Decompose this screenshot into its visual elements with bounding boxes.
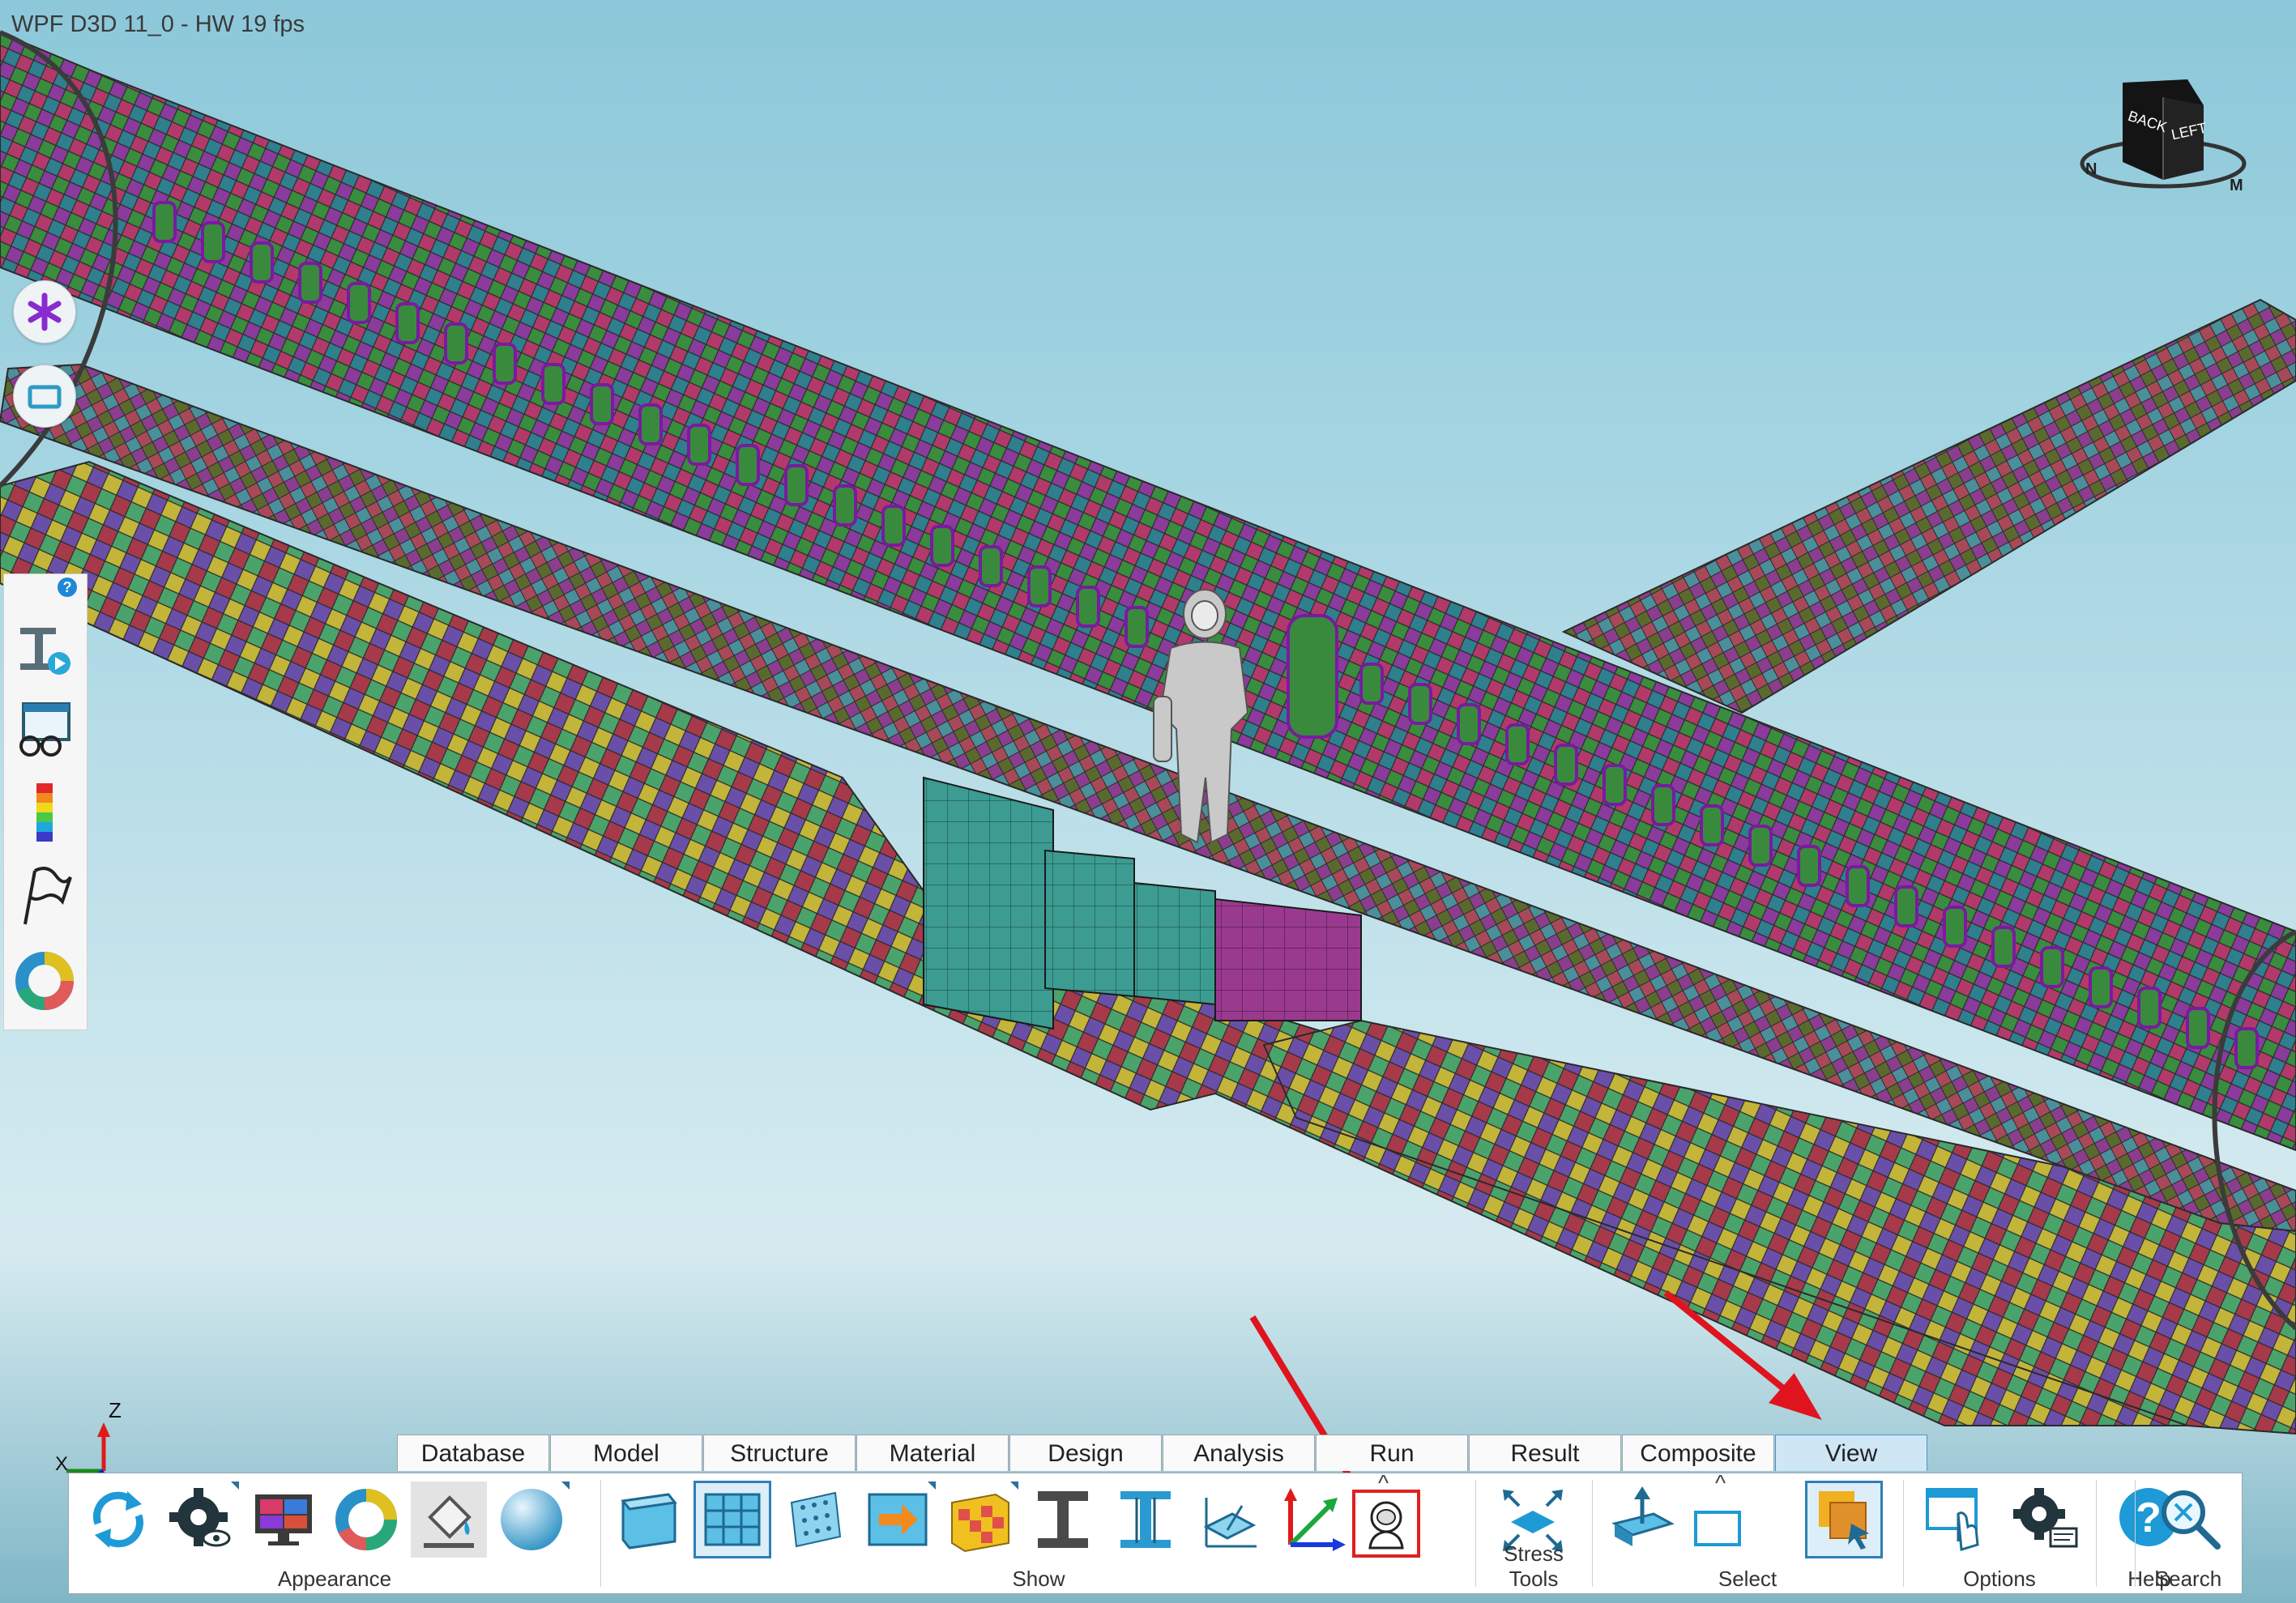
solid-panel-icon xyxy=(621,1493,677,1550)
touch-screen-icon xyxy=(1926,1488,1979,1551)
tab-run[interactable]: Run xyxy=(1316,1435,1468,1471)
show-loads-button[interactable] xyxy=(860,1481,936,1558)
tab-analysis[interactable]: Analysis xyxy=(1163,1435,1315,1471)
options-touch-button[interactable] xyxy=(1919,1481,1995,1558)
overlap-select-icon xyxy=(1819,1491,1869,1550)
options-group: Options xyxy=(1905,1473,2094,1593)
show-mesh-button[interactable] xyxy=(693,1481,771,1558)
select-group-label: Select xyxy=(1718,1567,1777,1591)
select-expand-caret[interactable]: ^ xyxy=(1715,1470,1726,1496)
checker-box-icon xyxy=(951,1493,1009,1553)
dotted-grid-icon xyxy=(790,1491,842,1548)
tab-structure[interactable]: Structure xyxy=(703,1435,856,1471)
options-group-label: Options xyxy=(1963,1567,2036,1591)
tab-database[interactable]: Database xyxy=(397,1435,549,1471)
group-separator xyxy=(2135,1480,2136,1587)
show-beams-button[interactable] xyxy=(1025,1481,1101,1558)
tab-composite[interactable]: Composite xyxy=(1622,1435,1774,1471)
monitor-colors-icon xyxy=(255,1494,312,1545)
astronaut-icon xyxy=(1368,1501,1404,1550)
plane-axis-icon xyxy=(1203,1498,1257,1548)
group-separator xyxy=(600,1480,601,1587)
group-separator xyxy=(1475,1480,1476,1587)
mesh-grid-icon xyxy=(704,1493,761,1546)
select-lift-button[interactable] xyxy=(1605,1481,1681,1558)
tab-material[interactable]: Material xyxy=(856,1435,1009,1471)
paint-bucket-button[interactable] xyxy=(411,1481,487,1558)
arrow-box-icon xyxy=(868,1493,928,1546)
search-button[interactable] xyxy=(2151,1481,2227,1558)
donut-chart-icon xyxy=(335,1489,397,1550)
show-beam-section-button[interactable] xyxy=(1107,1481,1184,1558)
show-group: ^ Show xyxy=(604,1470,1474,1593)
beam-section-icon xyxy=(1120,1491,1171,1548)
search-icon xyxy=(2162,1490,2221,1550)
select-group: ^ Select xyxy=(1594,1470,1901,1593)
select-box-button[interactable] xyxy=(1689,1499,1746,1556)
show-group-label: Show xyxy=(1012,1567,1065,1591)
group-separator xyxy=(1903,1480,1904,1587)
ribbon-panel: Appearance ^ Show Stress Tools ^ Select … xyxy=(68,1470,2243,1594)
annotation-arrows xyxy=(1249,1290,1822,1533)
ibeam-icon xyxy=(1038,1491,1088,1548)
tab-design[interactable]: Design xyxy=(1009,1435,1162,1471)
search-group: Search xyxy=(2136,1473,2240,1593)
tab-view[interactable]: View xyxy=(1775,1435,1927,1471)
show-elements-button[interactable] xyxy=(777,1481,853,1558)
sphere-button[interactable] xyxy=(493,1481,570,1558)
sphere-icon xyxy=(501,1489,562,1550)
show-plane-button[interactable] xyxy=(1190,1481,1266,1558)
appearance-group-label: Appearance xyxy=(277,1567,392,1591)
stress-tools-group: Stress Tools xyxy=(1477,1473,1590,1593)
group-separator xyxy=(1592,1480,1593,1587)
appearance-group: Appearance xyxy=(69,1473,600,1593)
gear-eye-icon xyxy=(169,1488,231,1547)
color-wheel-button[interactable] xyxy=(328,1481,404,1558)
show-human-scale-button[interactable] xyxy=(1352,1490,1420,1558)
upload-box-icon xyxy=(1611,1486,1675,1546)
refresh-icon xyxy=(92,1491,144,1548)
group-separator xyxy=(2096,1480,2097,1587)
select-overlap-button[interactable] xyxy=(1805,1481,1883,1558)
show-surfaces-button[interactable] xyxy=(612,1481,688,1558)
ribbon-tab-bar: Database Model Structure Material Design… xyxy=(397,1435,1928,1472)
display-colors-button[interactable] xyxy=(245,1481,322,1558)
tab-result[interactable]: Result xyxy=(1469,1435,1621,1471)
xyz-axes-icon xyxy=(1284,1488,1346,1551)
view-settings-button[interactable] xyxy=(163,1481,239,1558)
search-group-label: Search xyxy=(2154,1567,2222,1591)
options-settings-button[interactable] xyxy=(2007,1481,2083,1558)
show-properties-button[interactable] xyxy=(942,1481,1018,1558)
tab-model[interactable]: Model xyxy=(550,1435,702,1471)
stress-tools-group-label: Stress Tools xyxy=(1504,1541,1564,1591)
paint-bucket-icon xyxy=(424,1495,474,1548)
rectangle-outline-icon xyxy=(1694,1511,1741,1546)
gear-card-icon xyxy=(2013,1488,2078,1548)
show-axes-button[interactable] xyxy=(1273,1481,1349,1558)
refresh-button[interactable] xyxy=(80,1481,156,1558)
